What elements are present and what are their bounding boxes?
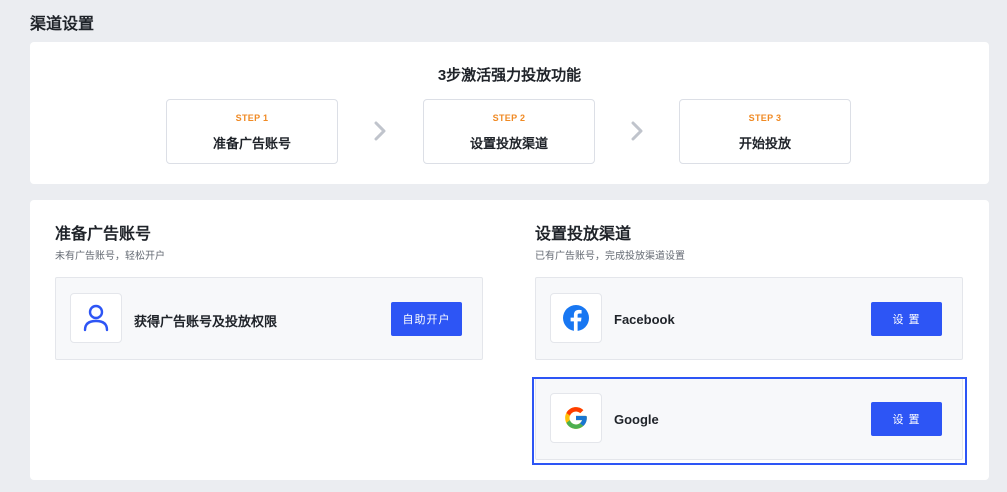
step-number: STEP 1 (235, 113, 269, 123)
channel-row-facebook: Facebook 设 置 (535, 277, 963, 360)
page-title: 渠道设置 (30, 16, 95, 33)
step-number: STEP 3 (748, 113, 782, 123)
step-label: 设置投放渠道 (469, 136, 548, 151)
google-setup-button[interactable]: 设 置 (871, 402, 942, 436)
self-service-open-account-button[interactable]: 自助开户 (391, 302, 462, 336)
step-number: STEP 2 (492, 113, 526, 123)
account-section-subtitle: 未有广告账号，轻松开户 (55, 251, 165, 262)
channel-setup-card: 准备广告账号 未有广告账号，轻松开户 获得广告账号及投放权限 自助开户 设置投放… (30, 200, 989, 480)
channel-row-google: Google 设 置 (535, 377, 963, 460)
user-icon (70, 293, 122, 343)
channels-section-subtitle: 已有广告账号，完成投放渠道设置 (535, 251, 685, 262)
channels-section-title: 设置投放渠道 (535, 226, 632, 243)
channel-label-facebook: Facebook (614, 312, 675, 327)
google-icon (550, 393, 602, 443)
step-1: STEP 1 准备广告账号 (166, 99, 338, 164)
step-3: STEP 3 开始投放 (679, 99, 851, 164)
account-section-title: 准备广告账号 (55, 226, 152, 243)
account-row-label: 获得广告账号及投放权限 (134, 314, 278, 329)
chevron-right-icon (374, 121, 386, 141)
channel-label-google: Google (614, 412, 659, 427)
steps-card: 3步激活强力投放功能 STEP 1 准备广告账号 STEP 2 设置投放渠道 S… (30, 42, 989, 184)
steps-title: 3步激活强力投放功能 (437, 67, 582, 84)
step-label: 准备广告账号 (212, 136, 291, 151)
facebook-icon (550, 293, 602, 343)
facebook-setup-button[interactable]: 设 置 (871, 302, 942, 336)
step-label: 开始投放 (738, 136, 791, 151)
chevron-right-icon (631, 121, 643, 141)
account-row: 获得广告账号及投放权限 自助开户 (55, 277, 483, 360)
step-2: STEP 2 设置投放渠道 (423, 99, 595, 164)
